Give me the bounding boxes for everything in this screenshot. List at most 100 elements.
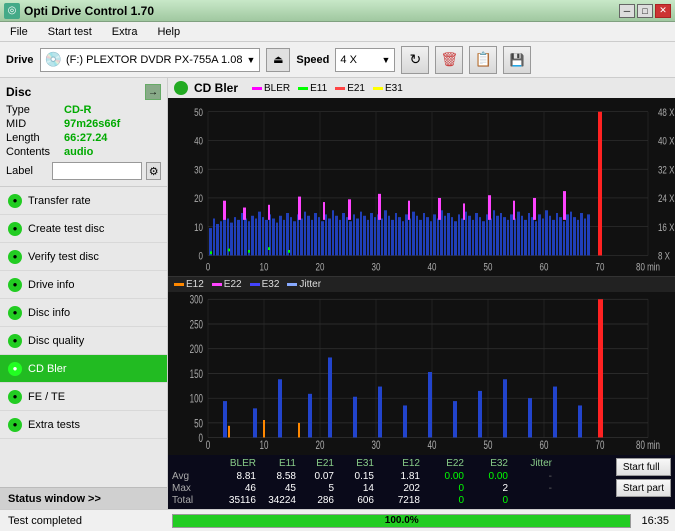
close-button[interactable]: ✕: [655, 4, 671, 18]
sidebar-item-disc-info[interactable]: ● Disc info: [0, 299, 167, 327]
chart-title: CD Bler: [194, 81, 238, 95]
stats-avg-row: Avg 8.81 8.58 0.07 0.15 1.81 0.00 0.00 -: [172, 471, 612, 482]
total-e11: 34224: [256, 495, 296, 506]
max-e31: 14: [334, 483, 374, 494]
sidebar-label-disc-info: Disc info: [28, 307, 70, 319]
copy-button[interactable]: 📋: [469, 46, 497, 74]
svg-text:40: 40: [194, 135, 203, 148]
col-e11: E11: [256, 458, 296, 469]
sidebar-label-extra-tests: Extra tests: [28, 419, 80, 431]
legend-jitter: Jitter: [287, 279, 321, 290]
disc-contents-key: Contents: [6, 146, 64, 158]
legend-e21-color: [335, 87, 345, 90]
svg-text:50: 50: [194, 418, 203, 431]
avg-e11: 8.58: [256, 471, 296, 482]
avg-e22: 0.00: [420, 471, 464, 482]
lower-chart-svg: 300 250 200 150 100 50 0: [168, 292, 675, 452]
legend-e22: E22: [212, 279, 242, 290]
progress-area: 100.0%: [168, 514, 635, 528]
maximize-button[interactable]: □: [637, 4, 653, 18]
disc-mid-key: MID: [6, 118, 64, 130]
refresh-button[interactable]: ↻: [401, 46, 429, 74]
avg-e21: 0.07: [296, 471, 334, 482]
menu-start-test[interactable]: Start test: [42, 24, 98, 40]
sidebar-label-drive-info: Drive info: [28, 279, 74, 291]
sidebar-item-fe-te[interactable]: ● FE / TE: [0, 383, 167, 411]
total-e21: 286: [296, 495, 334, 506]
drive-text: (F:) PLEXTOR DVDR PX-755A 1.08: [66, 54, 242, 66]
nav-icon-create-test-disc: ●: [8, 222, 22, 236]
svg-text:200: 200: [190, 344, 204, 357]
speed-select[interactable]: 4 X▼: [335, 48, 395, 72]
disc-arrow-button[interactable]: →: [145, 84, 161, 100]
disc-type-val: CD-R: [64, 104, 92, 116]
legend-e22-color: [212, 283, 222, 286]
stats-max-row: Max 46 45 5 14 202 0 2 -: [172, 483, 612, 494]
svg-text:0: 0: [199, 432, 204, 445]
legend-e12: E12: [174, 279, 204, 290]
legend-e11-color: [298, 87, 308, 90]
sidebar-nav: ● Transfer rate ● Create test disc ● Ver…: [0, 187, 167, 487]
stats-section: BLER E11 E21 E31 E12 E22 E32 Jitter Avg …: [168, 455, 675, 509]
menu-file[interactable]: File: [4, 24, 34, 40]
eject-button[interactable]: ⏏: [266, 48, 290, 72]
disc-label-input[interactable]: [52, 162, 142, 180]
disc-label-icon[interactable]: ⚙: [146, 162, 161, 180]
menu-extra[interactable]: Extra: [106, 24, 144, 40]
max-e22: 0: [420, 483, 464, 494]
avg-e32: 0.00: [464, 471, 508, 482]
menu-help[interactable]: Help: [151, 24, 186, 40]
col-e22: E22: [420, 458, 464, 469]
avg-bler: 8.81: [210, 471, 256, 482]
sidebar-label-disc-quality: Disc quality: [28, 335, 84, 347]
lower-chart: E12 E22 E32 Jitter: [168, 276, 675, 455]
col-e12: E12: [374, 458, 420, 469]
max-e11: 45: [256, 483, 296, 494]
menu-bar: File Start test Extra Help: [0, 22, 675, 42]
svg-text:0: 0: [199, 250, 203, 263]
disc-label-key: Label: [6, 165, 52, 177]
save-button[interactable]: 💾: [503, 46, 531, 74]
sidebar-item-cd-bler[interactable]: ● CD Bler: [0, 355, 167, 383]
upper-chart-svg: 50 40 30 20 10 0 48 X 40 X 32 X 24 X 16 …: [168, 98, 675, 276]
sidebar-item-create-test-disc[interactable]: ● Create test disc: [0, 215, 167, 243]
start-part-button[interactable]: Start part: [616, 479, 671, 497]
legend-e31: E31: [373, 83, 403, 94]
svg-text:20: 20: [316, 261, 325, 274]
nav-icon-disc-quality: ●: [8, 334, 22, 348]
sidebar-item-drive-info[interactable]: ● Drive info: [0, 271, 167, 299]
total-bler: 35116: [210, 495, 256, 506]
disc-length-key: Length: [6, 132, 64, 144]
svg-text:300: 300: [190, 294, 204, 307]
col-bler: BLER: [210, 458, 256, 469]
col-e21: E21: [296, 458, 334, 469]
minimize-button[interactable]: ─: [619, 4, 635, 18]
chart-icon: [174, 81, 188, 95]
upper-legend: BLER E11 E21 E31: [252, 83, 403, 94]
status-window-button[interactable]: Status window >>: [0, 487, 167, 509]
drive-select[interactable]: 💿 (F:) PLEXTOR DVDR PX-755A 1.08 ▼: [40, 48, 261, 72]
sidebar-item-disc-quality[interactable]: ● Disc quality: [0, 327, 167, 355]
svg-text:10: 10: [260, 261, 269, 274]
max-bler: 46: [210, 483, 256, 494]
sidebar-item-verify-test-disc[interactable]: ● Verify test disc: [0, 243, 167, 271]
start-full-button[interactable]: Start full: [616, 458, 671, 476]
app-icon: ◎: [4, 3, 20, 19]
sidebar-item-transfer-rate[interactable]: ● Transfer rate: [0, 187, 167, 215]
max-jitter: -: [508, 483, 552, 494]
erase-button[interactable]: 🗑: [435, 46, 463, 74]
legend-e12-color: [174, 283, 184, 286]
disc-title: Disc: [6, 85, 31, 99]
svg-text:30: 30: [194, 164, 203, 177]
svg-text:50: 50: [484, 440, 493, 452]
sidebar-label-verify-test-disc: Verify test disc: [28, 251, 99, 263]
legend-e32: E32: [250, 279, 280, 290]
upper-chart: 50 40 30 20 10 0 48 X 40 X 32 X 24 X 16 …: [168, 98, 675, 276]
svg-text:100: 100: [190, 393, 204, 406]
main-content: CD Bler BLER E11 E21 E31: [168, 78, 675, 509]
avg-e12: 1.81: [374, 471, 420, 482]
legend-e21: E21: [335, 83, 365, 94]
total-jitter: [508, 495, 552, 506]
sidebar-item-extra-tests[interactable]: ● Extra tests: [0, 411, 167, 439]
svg-text:70: 70: [596, 440, 605, 452]
